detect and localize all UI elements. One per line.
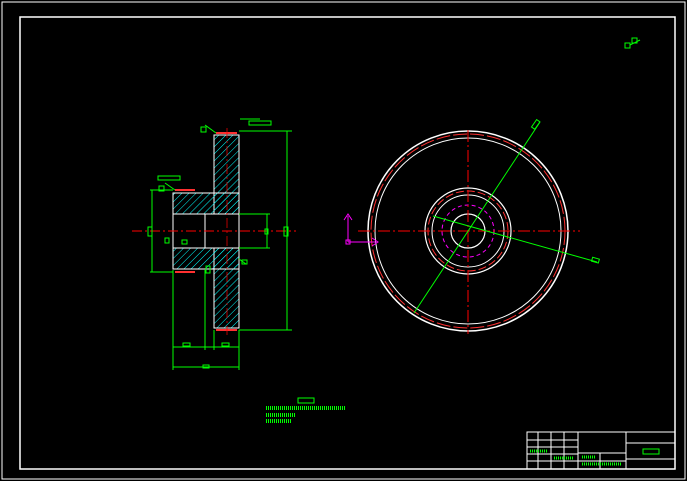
inner-frame: [19, 16, 676, 470]
front-view[interactable]: [358, 118, 601, 334]
section-view[interactable]: [132, 118, 296, 370]
cad-drawing-svg[interactable]: [0, 0, 687, 481]
surface-roughness-symbol: [624, 37, 641, 49]
technical-requirements: [266, 397, 346, 423]
cad-drawing-canvas[interactable]: [0, 0, 687, 481]
hub-hatch-top: [172, 192, 240, 215]
diameter-leader-a: [413, 121, 541, 314]
diameter-text-b: [590, 256, 601, 264]
diameter-text-a: [530, 118, 541, 130]
outer-frame: [1, 1, 686, 480]
title-block: [526, 431, 676, 470]
ucs-icon: [343, 213, 379, 247]
